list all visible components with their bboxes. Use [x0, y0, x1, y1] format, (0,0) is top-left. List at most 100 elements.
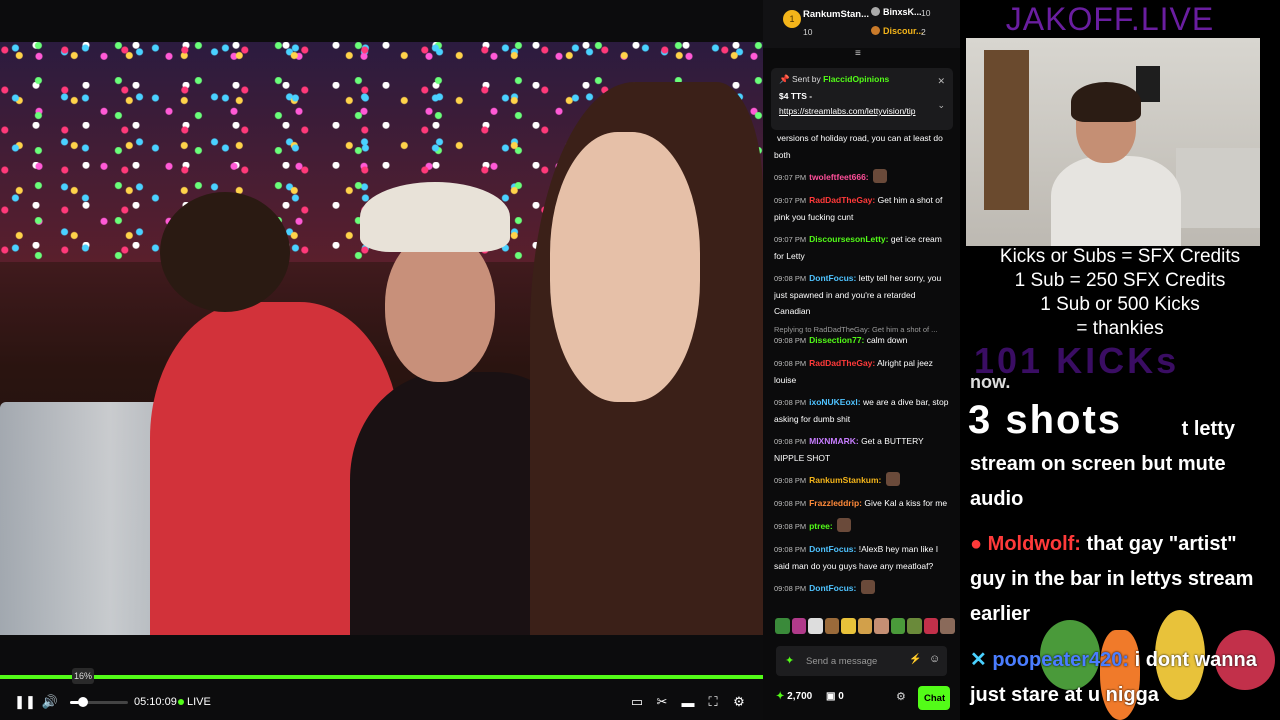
emote-icon: [873, 169, 887, 183]
chat-message: 09:08 PM DontFocus:: [774, 580, 954, 597]
overlay-chat-message-1: ● Moldwolf: that gay "artist" guy in the…: [970, 527, 1275, 632]
kicks-balance[interactable]: ✦ 2,700: [776, 691, 812, 702]
chat-message: 09:08 PM RankumStankum:: [774, 472, 954, 489]
smiley-icon[interactable]: ☺: [929, 653, 940, 665]
second-place[interactable]: BinxsK...: [871, 7, 922, 17]
tts-line-3: audio: [970, 488, 1024, 510]
message-text: versions of holiday road, you can at lea…: [774, 133, 943, 160]
second-count: 10: [921, 8, 931, 18]
pinned-header: 📌 Sent by FlaccidOpinions: [779, 74, 890, 84]
miniplayer-icon[interactable]: ▭: [625, 690, 649, 714]
kicks-value: 2,700: [787, 691, 813, 702]
overlay-user-2: poopeater420:: [992, 649, 1130, 671]
message-username[interactable]: RadDadTheGay:: [809, 195, 875, 205]
emote-icon[interactable]: [824, 618, 840, 634]
chat-message: 09:07 PM twoleftfeet666:: [774, 169, 954, 186]
message-time: 09:08 PM: [774, 522, 807, 531]
man-beanie-head: [160, 192, 290, 312]
theater-mode-icon[interactable]: ▬: [676, 690, 700, 714]
fedora-hat: [360, 182, 510, 252]
unpin-icon[interactable]: ✕: [937, 76, 945, 87]
webcam-feed: [966, 38, 1260, 246]
message-time: 09:08 PM: [774, 336, 807, 345]
sent-by-label: Sent by: [791, 74, 821, 84]
message-time: 09:08 PM: [774, 545, 807, 554]
chat-message: 09:08 PM DontFocus: !AlexB hey man like I…: [774, 541, 954, 574]
webcam-bed: [1176, 148, 1260, 228]
chat-message: 09:07 PM RadDadTheGay: Get him a shot of …: [774, 192, 954, 225]
emote-icon[interactable]: [841, 618, 856, 634]
message-input[interactable]: [804, 646, 904, 676]
message-time: 09:08 PM: [774, 437, 807, 446]
fullscreen-icon[interactable]: ⛶: [701, 690, 725, 714]
chest-icon: ▣: [826, 691, 836, 702]
live-label: LIVE: [187, 696, 211, 708]
tomato-icon: ●: [970, 533, 983, 555]
message-username[interactable]: MIXNMARK:: [809, 436, 859, 446]
chat-message: 09:08 PM DontFocus: letty tell her sorry,…: [774, 270, 954, 319]
chat-message: 09:08 PM ixoNUKEoxl: we are a dive bar, s…: [774, 394, 954, 427]
gift-leaderboard: 1 RankumStan... 10 BinxsK... 10 Discour.…: [763, 0, 960, 48]
message-username[interactable]: DontFocus:: [809, 544, 856, 554]
message-username[interactable]: ptree:: [809, 521, 833, 531]
volume-slider[interactable]: [70, 697, 128, 707]
second-name: BinxsK...: [883, 7, 922, 17]
message-time: 09:07 PM: [774, 235, 807, 244]
emote-icon[interactable]: [890, 618, 906, 634]
message-username[interactable]: Frazzleddrip:: [809, 498, 862, 508]
app-root: ❚❚ 🔊 16% 05:10:09 LIVE ▭ ✂ ▬ ⛶ ⚙ 1 Ranku…: [0, 0, 1280, 720]
message-time: 09:07 PM: [774, 196, 807, 205]
emote-icon[interactable]: [791, 618, 807, 634]
pinned-link[interactable]: https://streamlabs.com/lettyvision/tip: [779, 106, 945, 116]
pause-button[interactable]: ❚❚: [13, 690, 37, 714]
message-username[interactable]: DontFocus:: [809, 583, 856, 593]
message-username[interactable]: RankumStankum:: [809, 475, 881, 485]
third-place[interactable]: Discour...: [871, 26, 924, 36]
chat-message: 09:08 PM RadDadTheGay: Alright pal jeez l…: [774, 355, 954, 388]
leader-count: 10: [803, 27, 813, 37]
chevron-down-icon[interactable]: ⌄: [937, 100, 945, 111]
message-username[interactable]: DontFocus:: [809, 273, 856, 283]
pinned-sender[interactable]: FlaccidOpinions: [823, 74, 889, 84]
streamer-body: [1051, 156, 1181, 246]
chat-panel: 1 RankumStan... 10 BinxsK... 10 Discour.…: [763, 0, 960, 720]
chat-settings-icon[interactable]: ⚙: [896, 690, 906, 703]
leader-name[interactable]: RankumStan...: [803, 9, 869, 20]
message-username[interactable]: DiscoursesonLetty:: [809, 234, 888, 244]
rule-line-2: 1 Sub = 250 SFX Credits: [1014, 270, 1226, 291]
chat-message: 09:08 PM ptree:: [774, 518, 954, 535]
chat-message: versions of holiday road, you can at lea…: [774, 130, 954, 163]
progress-bar[interactable]: [0, 675, 763, 679]
badge-icon: ✕: [970, 649, 987, 671]
pinned-message: 📌 Sent by FlaccidOpinions $4 TTS - https…: [771, 68, 953, 130]
message-time: 09:08 PM: [774, 476, 807, 485]
settings-gear-icon[interactable]: ⚙: [727, 690, 751, 714]
emote-icon[interactable]: [874, 618, 889, 634]
emote-icon[interactable]: [940, 618, 956, 634]
message-username[interactable]: ixoNUKEoxl:: [809, 397, 860, 407]
tts-line-1: t letty: [1181, 418, 1235, 440]
message-username[interactable]: Dissection77:: [809, 335, 864, 345]
rule-line-3: 1 Sub or 500 Kicks: [1040, 294, 1200, 315]
third-name: Discour...: [883, 26, 924, 36]
rank-one-badge: 1: [783, 10, 801, 28]
message-username[interactable]: twoleftfeet666:: [809, 172, 869, 182]
chest-balance[interactable]: ▣ 0: [826, 691, 844, 702]
message-username[interactable]: RadDadTheGay:: [809, 358, 875, 368]
live-dot: [178, 699, 184, 705]
volume-knob[interactable]: [78, 697, 88, 707]
emote-icon[interactable]: [775, 618, 790, 634]
chat-send-button[interactable]: Chat: [918, 686, 950, 710]
pin-expand-icon[interactable]: ≡: [855, 48, 861, 59]
live-badge[interactable]: LIVE: [178, 696, 211, 708]
chat-message: 09:08 PM MIXNMARK: Get a BUTTERY NIPPLE S…: [774, 433, 954, 466]
emote-icon[interactable]: [808, 618, 823, 634]
emote-icon[interactable]: [857, 618, 873, 634]
third-count: 2: [921, 27, 926, 37]
video-player[interactable]: [0, 42, 763, 635]
emote-icon[interactable]: [907, 618, 922, 634]
volume-icon[interactable]: 🔊: [38, 690, 62, 714]
emote-icon[interactable]: [923, 618, 939, 634]
clip-icon[interactable]: ✂: [650, 690, 674, 714]
emote-picker-icon[interactable]: ⚡: [909, 654, 921, 665]
